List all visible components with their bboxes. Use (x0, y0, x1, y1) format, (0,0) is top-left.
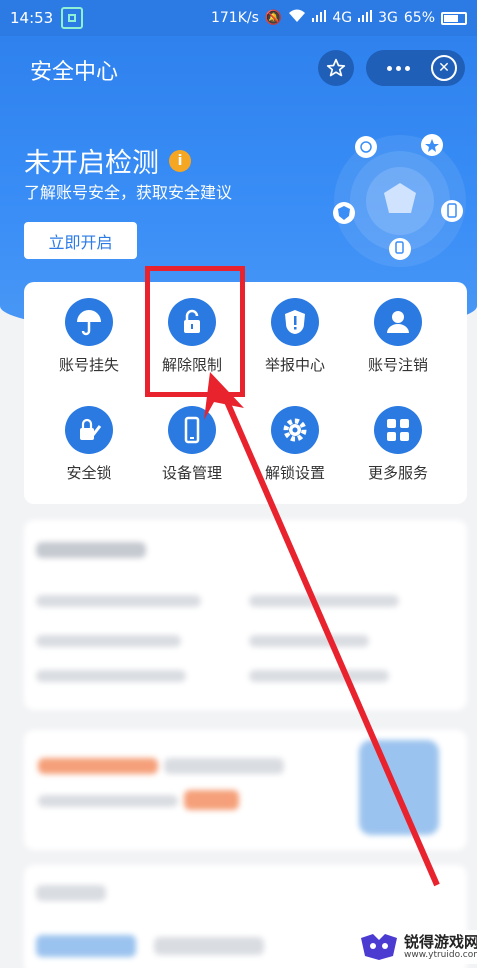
hero-title: 未开启检测 i (24, 141, 191, 180)
signal-icon-2 (358, 10, 373, 26)
watermark-text: 锐得游戏网 (404, 933, 477, 951)
grid-label: 解锁设置 (264, 464, 325, 482)
favorite-button[interactable] (318, 50, 354, 86)
network-speed: 171K/s (210, 10, 259, 26)
enable-detection-button[interactable]: 立即开启 (24, 222, 137, 259)
star-icon (326, 58, 346, 77)
phone-icon (168, 406, 216, 454)
watermark: 锐得游戏网 www.ytruido.com (355, 930, 477, 964)
grid-label: 设备管理 (161, 464, 222, 482)
grid-label: 账号挂失 (58, 356, 119, 374)
service-grid: 账号挂失 解除限制 举报中心 账号注销 安全锁 设备管理 解锁设置 更多服务 (24, 282, 467, 504)
status-time: 14:53 (10, 9, 54, 27)
grid-item-unlock-settings[interactable]: 解锁设置 (245, 406, 345, 483)
hero-subtitle: 了解账号安全，获取安全建议 (24, 183, 233, 202)
security-radar-graphic (333, 134, 466, 267)
scan-icon (61, 7, 84, 29)
grid-icon (374, 406, 422, 454)
grid-label: 安全锁 (66, 464, 112, 482)
grid-item-device-management[interactable]: 设备管理 (142, 406, 242, 483)
grid-item-more-services[interactable]: 更多服务 (348, 406, 448, 483)
user-icon (374, 298, 422, 346)
network-4g: 4G (332, 10, 353, 26)
close-icon: ✕ (438, 60, 450, 76)
grid-label: 账号注销 (367, 356, 428, 374)
grid-label: 更多服务 (367, 464, 428, 482)
more-button[interactable] (366, 65, 431, 71)
grid-item-report-center[interactable]: 举报中心 (245, 298, 345, 375)
blurred-card (24, 520, 467, 710)
status-bar: 14:53 171K/s 🔕 4G 3G 65% (0, 0, 477, 36)
close-button[interactable]: ✕ (431, 55, 457, 81)
mute-icon: 🔕 (264, 10, 283, 26)
network-3g: 3G (378, 10, 398, 26)
highlight-box (145, 266, 245, 397)
info-icon[interactable]: i (169, 149, 191, 172)
detection-status: 未开启检测 (24, 148, 159, 179)
grid-item-account-report-loss[interactable]: 账号挂失 (39, 298, 139, 375)
battery-icon (441, 11, 467, 25)
watermark-url: www.ytruido.com (404, 950, 477, 960)
umbrella-icon (65, 298, 113, 346)
grid-item-account-cancel[interactable]: 账号注销 (348, 298, 448, 375)
signal-icon (312, 10, 327, 26)
grid-label: 举报中心 (264, 356, 325, 374)
page-title: 安全中心 (30, 60, 119, 85)
battery-percent: 65% (403, 10, 435, 26)
mini-program-capsule: ✕ (366, 50, 465, 86)
wifi-icon (288, 9, 306, 27)
watermark-logo-icon (361, 934, 397, 960)
gear-icon (271, 406, 319, 454)
lock-edit-icon (65, 406, 113, 454)
grid-item-security-lock[interactable]: 安全锁 (39, 406, 139, 483)
shield-alert-icon (271, 298, 319, 346)
blurred-banner (24, 730, 467, 850)
